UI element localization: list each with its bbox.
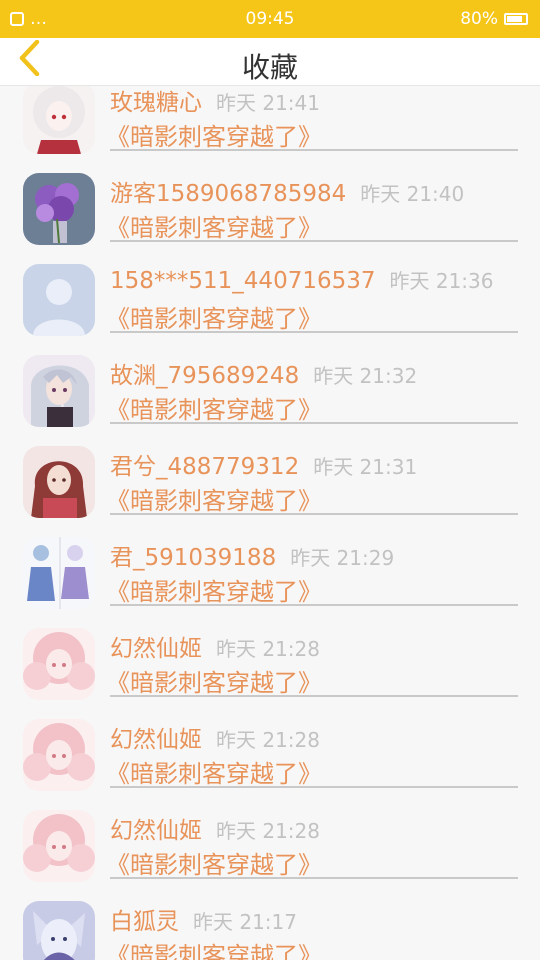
item-time: 昨天 21:32 <box>313 364 418 388</box>
book-title[interactable]: 《暗影刺客穿越了》 <box>106 390 322 425</box>
user-name[interactable]: 君_591039188 <box>110 545 276 571</box>
book-title[interactable]: 《暗影刺客穿越了》 <box>106 117 322 152</box>
item-header: 玫瑰糖心 昨天 21:41 <box>110 86 320 117</box>
book-title[interactable]: 《暗影刺客穿越了》 <box>106 299 322 334</box>
list-item[interactable]: 幻然仙姬 昨天 21:28 《暗影刺客穿越了》 <box>0 615 540 706</box>
item-info: 幻然仙姬 昨天 21:28 《暗影刺客穿越了》 <box>106 706 518 788</box>
item-info: 幻然仙姬 昨天 21:28 《暗影刺客穿越了》 <box>106 615 518 697</box>
avatar[interactable] <box>23 810 95 882</box>
avatar[interactable] <box>23 355 95 427</box>
item-info: 玫瑰糖心 昨天 21:41 《暗影刺客穿越了》 <box>106 86 518 151</box>
user-name[interactable]: 白狐灵 <box>110 909 179 935</box>
item-header: 白狐灵 昨天 21:17 <box>110 902 297 936</box>
list-item[interactable]: 君_591039188 昨天 21:29 《暗影刺客穿越了》 <box>0 524 540 615</box>
book-title[interactable]: 《暗影刺客穿越了》 <box>106 572 322 607</box>
item-header: 158***511_440716537 昨天 21:36 <box>110 265 494 294</box>
item-info: 故渊_795689248 昨天 21:32 《暗影刺客穿越了》 <box>106 342 518 424</box>
user-name[interactable]: 故渊_795689248 <box>110 363 299 389</box>
user-name[interactable]: 158***511_440716537 <box>110 268 376 294</box>
book-title[interactable]: 《暗影刺客穿越了》 <box>106 845 322 880</box>
item-time: 昨天 21:28 <box>216 728 320 752</box>
item-info: 幻然仙姬 昨天 21:28 《暗影刺客穿越了》 <box>106 797 518 879</box>
list-item[interactable]: 幻然仙姬 昨天 21:28 《暗影刺客穿越了》 <box>0 706 540 797</box>
avatar[interactable] <box>23 86 95 154</box>
user-name[interactable]: 幻然仙姬 <box>110 636 202 662</box>
item-header: 游客1589068785984 昨天 21:40 <box>110 174 464 208</box>
favorites-list-inner: 玫瑰糖心 昨天 21:41 《暗影刺客穿越了》 游客1589068785984 昨天… <box>0 86 540 960</box>
user-name[interactable]: 幻然仙姬 <box>110 727 202 753</box>
book-title[interactable]: 《暗影刺客穿越了》 <box>106 481 322 516</box>
list-item[interactable]: 幻然仙姬 昨天 21:28 《暗影刺客穿越了》 <box>0 797 540 888</box>
page-title: 收藏 <box>241 51 298 84</box>
list-item[interactable]: 游客1589068785984 昨天 21:40 《暗影刺客穿越了》 <box>0 160 540 251</box>
avatar[interactable] <box>23 901 95 960</box>
item-header: 君兮_488779312 昨天 21:31 <box>110 447 417 481</box>
battery-icon <box>504 13 528 25</box>
item-time: 昨天 21:36 <box>389 269 494 293</box>
avatar[interactable] <box>23 719 95 791</box>
status-right: 80% <box>460 9 528 29</box>
status-bar: … 09:45 80% <box>0 0 540 38</box>
item-time: 昨天 21:29 <box>290 546 395 570</box>
item-time: 昨天 21:41 <box>216 91 320 115</box>
item-time: 昨天 21:28 <box>216 637 320 661</box>
item-info: 君_591039188 昨天 21:29 《暗影刺客穿越了》 <box>106 524 518 606</box>
item-info: 158***511_440716537 昨天 21:36 《暗影刺客穿越了》 <box>106 251 518 333</box>
list-item[interactable]: 白狐灵 昨天 21:17 《暗影刺客穿越了》 <box>0 888 540 960</box>
book-title[interactable]: 《暗影刺客穿越了》 <box>106 936 322 960</box>
avatar[interactable] <box>23 537 95 609</box>
item-time: 昨天 21:31 <box>313 455 418 479</box>
book-title[interactable]: 《暗影刺客穿越了》 <box>106 208 322 243</box>
list-item[interactable]: 玫瑰糖心 昨天 21:41 《暗影刺客穿越了》 <box>0 86 540 160</box>
book-title[interactable]: 《暗影刺客穿越了》 <box>106 754 322 789</box>
list-item[interactable]: 君兮_488779312 昨天 21:31 《暗影刺客穿越了》 <box>0 433 540 524</box>
book-title[interactable]: 《暗影刺客穿越了》 <box>106 663 322 698</box>
nav-bar: 收藏 <box>0 38 540 86</box>
item-info: 白狐灵 昨天 21:17 《暗影刺客穿越了》 <box>106 888 518 960</box>
item-time: 昨天 21:40 <box>360 182 465 206</box>
avatar[interactable] <box>23 628 95 700</box>
user-name[interactable]: 玫瑰糖心 <box>110 90 202 116</box>
avatar[interactable] <box>23 173 95 245</box>
item-header: 幻然仙姬 昨天 21:28 <box>110 629 320 663</box>
item-info: 君兮_488779312 昨天 21:31 《暗影刺客穿越了》 <box>106 433 518 515</box>
item-time: 昨天 21:28 <box>216 819 320 843</box>
item-time: 昨天 21:17 <box>193 910 297 934</box>
item-header: 故渊_795689248 昨天 21:32 <box>110 356 417 390</box>
item-info: 游客1589068785984 昨天 21:40 《暗影刺客穿越了》 <box>106 160 518 242</box>
user-name[interactable]: 幻然仙姬 <box>110 818 202 844</box>
user-name[interactable]: 君兮_488779312 <box>110 454 299 480</box>
item-header: 君_591039188 昨天 21:29 <box>110 538 394 572</box>
list-item[interactable]: 故渊_795689248 昨天 21:32 《暗影刺客穿越了》 <box>0 342 540 433</box>
list-item[interactable]: 158***511_440716537 昨天 21:36 《暗影刺客穿越了》 <box>0 251 540 342</box>
avatar[interactable] <box>23 264 95 336</box>
status-time: 09:45 <box>245 9 295 29</box>
user-name[interactable]: 游客1589068785984 <box>110 181 346 207</box>
favorites-list[interactable]: 玫瑰糖心 昨天 21:41 《暗影刺客穿越了》 游客1589068785984 昨天… <box>0 86 540 960</box>
item-header: 幻然仙姬 昨天 21:28 <box>110 720 320 754</box>
battery-percent: 80% <box>460 9 498 29</box>
avatar[interactable] <box>23 446 95 518</box>
item-header: 幻然仙姬 昨天 21:28 <box>110 811 320 845</box>
